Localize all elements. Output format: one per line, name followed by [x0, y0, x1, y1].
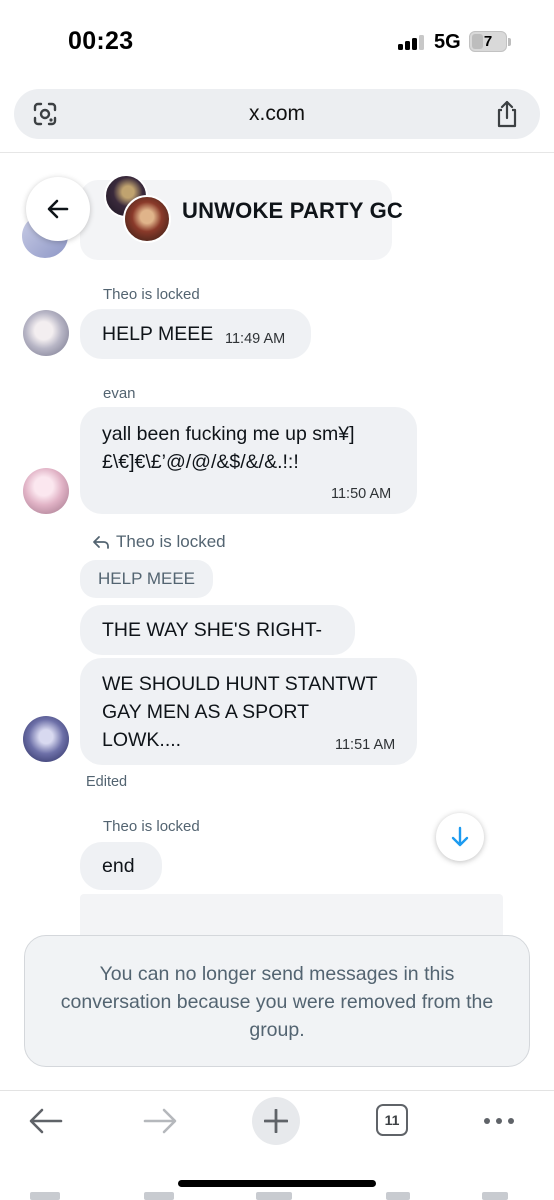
message-time: 11:49 AM	[225, 331, 286, 347]
status-time: 00:23	[68, 27, 134, 55]
avatar[interactable]	[23, 716, 69, 762]
message-time: 11:51 AM	[335, 737, 396, 753]
browser-forward-button[interactable]	[142, 1098, 192, 1144]
removed-notice: You can no longer send messages in this …	[24, 935, 530, 1067]
peek-element	[30, 1192, 60, 1200]
message-text-line: £\€]€\£’@/@/&$/&/&.!:!	[102, 451, 299, 473]
sender-name: Theo is locked	[103, 286, 200, 303]
peek-element	[482, 1192, 508, 1200]
reply-sender: Theo is locked	[116, 532, 226, 551]
message-text-line: WE SHOULD HUNT STANTWT	[102, 673, 378, 695]
message-time: 11:50 AM	[331, 486, 392, 502]
sender-name: Theo is locked	[103, 818, 200, 835]
edited-label: Edited	[86, 774, 128, 790]
back-button[interactable]	[26, 177, 90, 241]
message-bubble[interactable]: WE SHOULD HUNT STANTWT GAY MEN AS A SPOR…	[80, 658, 417, 765]
sender-name: evan	[103, 385, 136, 402]
arrow-right-icon	[143, 1108, 177, 1134]
share-icon[interactable]	[494, 99, 520, 129]
arrow-down-icon	[451, 826, 469, 847]
message-bubble[interactable]: yall been fucking me up sm¥] £\€]€\£’@/@…	[80, 407, 417, 514]
reply-context[interactable]: Theo is locked	[92, 532, 226, 552]
avatar[interactable]	[23, 310, 69, 356]
home-indicator	[178, 1180, 376, 1187]
message-text: THE WAY SHE'S RIGHT-	[102, 619, 323, 641]
peek-element	[256, 1192, 292, 1200]
more-button[interactable]	[480, 1098, 530, 1144]
divider	[0, 152, 554, 153]
signal-icon	[398, 34, 428, 50]
peek-element	[386, 1192, 410, 1200]
plus-icon	[264, 1109, 288, 1133]
peek-element	[144, 1192, 174, 1200]
avatar[interactable]	[23, 468, 69, 514]
new-tab-button[interactable]	[252, 1097, 300, 1145]
message-text: end	[102, 855, 135, 877]
group-avatar[interactable]	[123, 195, 171, 243]
browser-back-button[interactable]	[28, 1098, 78, 1144]
battery-cap	[508, 38, 511, 46]
divider	[0, 1090, 554, 1091]
quoted-message[interactable]: HELP MEEE	[80, 560, 214, 598]
network-label: 5G	[434, 31, 461, 53]
battery-level: 7	[483, 33, 493, 50]
arrow-left-icon	[47, 199, 69, 219]
message-text-line: LOWK....	[102, 729, 182, 751]
tab-switcher-button[interactable]: 11	[376, 1104, 408, 1136]
conversation-title[interactable]: UNWOKE PARTY GC	[182, 198, 403, 224]
battery-icon: 7	[469, 31, 507, 52]
more-dots-icon	[484, 1118, 514, 1124]
message-text-line: GAY MEN AS A SPORT	[102, 701, 309, 723]
address-bar[interactable]: x.com	[14, 89, 540, 139]
removed-notice-text: You can no longer send messages in this …	[60, 963, 494, 1041]
scroll-to-bottom-button[interactable]	[436, 813, 484, 861]
arrow-left-icon	[29, 1108, 63, 1134]
message-bubble[interactable]: end	[80, 842, 162, 890]
message-text: HELP MEEE	[102, 323, 214, 345]
tab-count: 11	[384, 1112, 400, 1128]
message-bubble[interactable]: HELP MEEE 11:49 AM	[80, 309, 311, 359]
url-text[interactable]: x.com	[14, 102, 540, 126]
message-text-line: yall been fucking me up sm¥]	[102, 423, 355, 445]
message-bubble[interactable]: THE WAY SHE'S RIGHT-	[80, 605, 355, 655]
status-bar: 00:23 5G 7	[0, 0, 554, 84]
reply-icon	[93, 536, 109, 549]
